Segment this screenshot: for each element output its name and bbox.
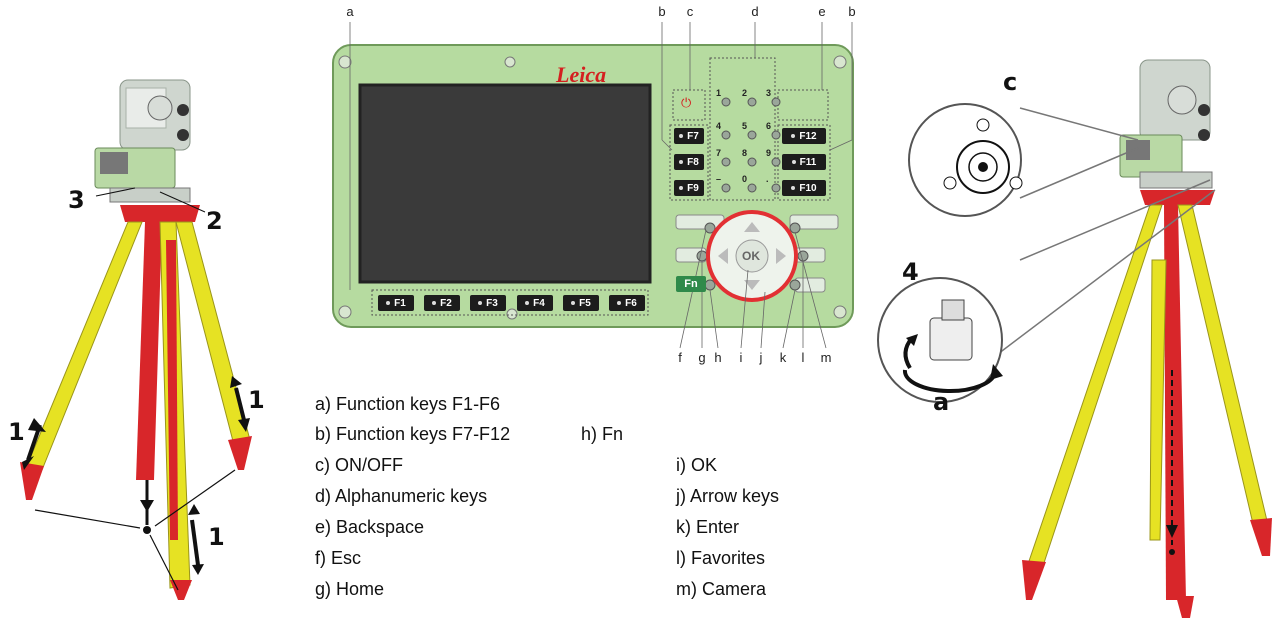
label-c: c [1003, 68, 1018, 96]
right-tripod-illustration [877, 59, 1272, 618]
label-4: 4 [902, 258, 919, 286]
label-a: a [933, 388, 950, 416]
